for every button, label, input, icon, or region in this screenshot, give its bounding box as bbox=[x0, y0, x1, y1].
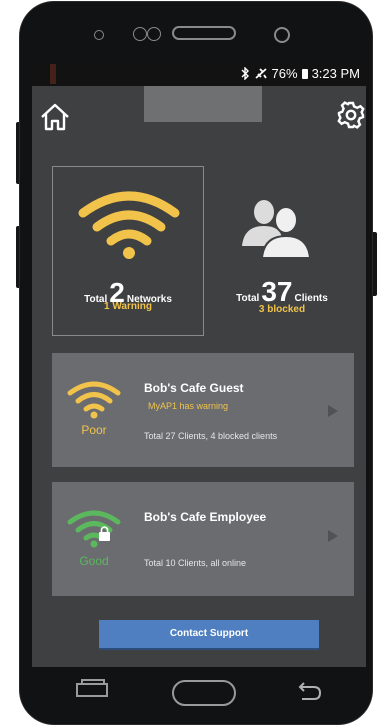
contact-support-button[interactable]: Contact Support bbox=[99, 620, 319, 650]
people-icon bbox=[242, 200, 312, 259]
networks-summary-tile[interactable]: Total2 Networks 1 Warning bbox=[52, 166, 204, 336]
signal-quality-label: Poor bbox=[81, 423, 107, 437]
network-card-employee[interactable]: Good Bob's Cafe Employee Total 10 Client… bbox=[52, 482, 354, 596]
signal-quality-label: Good bbox=[79, 554, 109, 568]
networks-warning-count: 1 Warning bbox=[104, 301, 152, 312]
back-arrow-icon[interactable] bbox=[296, 680, 322, 702]
clock: 3:23 PM bbox=[311, 66, 360, 81]
app-title-placeholder bbox=[144, 86, 262, 122]
clients-blocked-count: 3 blocked bbox=[258, 304, 306, 315]
network-warning: MyAP1 has warning bbox=[148, 401, 229, 411]
battery-percent: 76% bbox=[271, 66, 298, 81]
airplane-icon bbox=[254, 68, 267, 79]
wifi-icon bbox=[67, 381, 121, 419]
home-pill-icon[interactable] bbox=[172, 680, 236, 706]
network-card-guest[interactable]: Poor Bob's Cafe Guest MyAP1 has warning … bbox=[52, 353, 354, 467]
proximity-sensor bbox=[94, 30, 104, 40]
gear-icon[interactable] bbox=[336, 100, 366, 130]
network-client-summary: Total 10 Clients, all online bbox=[144, 558, 247, 568]
front-sensors bbox=[133, 27, 167, 41]
bluetooth-icon bbox=[241, 67, 249, 80]
network-client-summary: Total 27 Clients, 4 blocked clients bbox=[144, 431, 278, 441]
clients-count: 37 bbox=[261, 276, 293, 307]
battery-icon bbox=[301, 68, 308, 79]
status-icons: 76% 3:23 PM bbox=[241, 66, 360, 81]
clients-total-prefix: Total bbox=[236, 293, 260, 304]
recent-apps-icon[interactable] bbox=[76, 679, 108, 697]
chevron-right-icon bbox=[328, 405, 338, 417]
notification-strip bbox=[50, 64, 56, 84]
app-bar bbox=[32, 86, 366, 146]
app-screen: 76% 3:23 PM Total2 Networks 1 Warning To… bbox=[32, 62, 366, 667]
clients-total-line: Total37 Clients bbox=[222, 278, 342, 306]
front-camera bbox=[274, 27, 290, 43]
network-name: Bob's Cafe Employee bbox=[144, 510, 267, 524]
wifi-icon bbox=[78, 191, 180, 259]
earpiece-speaker bbox=[172, 26, 236, 40]
network-name: Bob's Cafe Guest bbox=[144, 381, 244, 395]
chevron-right-icon bbox=[328, 530, 338, 542]
clients-summary-tile[interactable]: Total37 Clients 3 blocked bbox=[222, 166, 342, 336]
wifi-lock-icon bbox=[67, 510, 121, 548]
status-bar: 76% 3:23 PM bbox=[32, 62, 366, 86]
clients-unit: Clients bbox=[294, 293, 328, 304]
home-icon[interactable] bbox=[38, 100, 72, 134]
